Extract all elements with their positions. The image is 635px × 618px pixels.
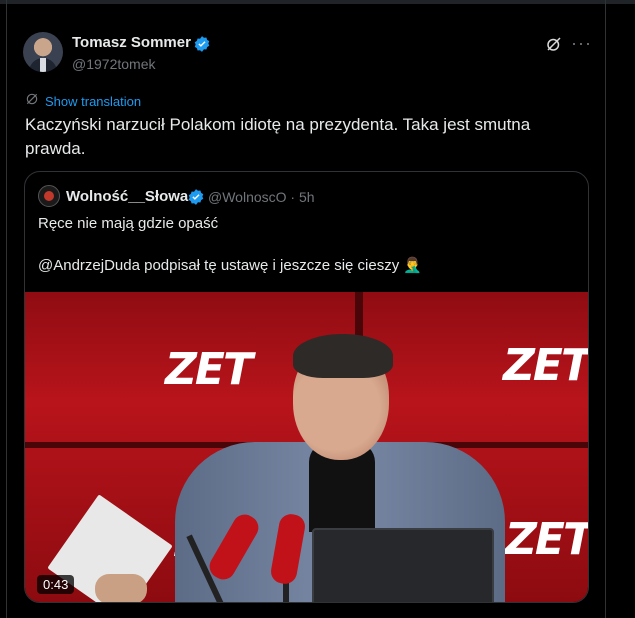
- quoted-text-line2: @AndrzejDuda podpisał tę ustawę i jeszcz…: [38, 257, 423, 274]
- quoted-tweet[interactable]: Wolność__Słowa @WolnoscO · 5h Ręce nie m…: [24, 171, 589, 603]
- video-player[interactable]: ZET ZET ZET ZET 0:43: [25, 292, 589, 602]
- studio-logo: ZET: [503, 340, 589, 391]
- quoted-text-line1: Ręce nie mają gdzie opaść: [38, 215, 219, 232]
- author-avatar[interactable]: [23, 32, 63, 72]
- presenter-hand: [95, 574, 147, 602]
- quoted-author-name[interactable]: Wolność__Słowa: [66, 188, 188, 205]
- verified-badge-icon: [187, 188, 205, 211]
- quoted-author-avatar[interactable]: [38, 185, 60, 207]
- translate-icon: [25, 92, 39, 111]
- laptop: [312, 528, 494, 602]
- column-divider-right: [605, 0, 606, 618]
- verified-badge-icon: [193, 35, 211, 58]
- author-handle[interactable]: @1972tomek: [72, 56, 155, 72]
- quoted-author-handle[interactable]: @WolnoscO · 5h: [208, 189, 315, 205]
- video-duration: 0:43: [37, 575, 75, 594]
- column-divider-left: [6, 0, 7, 618]
- tweet-text: Kaczyński narzucił Polakom idiotę na pre…: [25, 115, 531, 158]
- more-icon[interactable]: ···: [571, 33, 592, 54]
- grok-icon[interactable]: [545, 35, 563, 58]
- avatar-shirt: [40, 58, 46, 72]
- author-name[interactable]: Tomasz Sommer: [72, 34, 191, 51]
- show-translation-label: Show translation: [45, 94, 142, 109]
- studio-logo: ZET: [165, 344, 253, 395]
- top-bar: [0, 0, 635, 4]
- studio-logo: ZET: [505, 514, 589, 565]
- show-translation-link[interactable]: Show translation: [25, 92, 141, 111]
- presenter-hair: [293, 334, 393, 378]
